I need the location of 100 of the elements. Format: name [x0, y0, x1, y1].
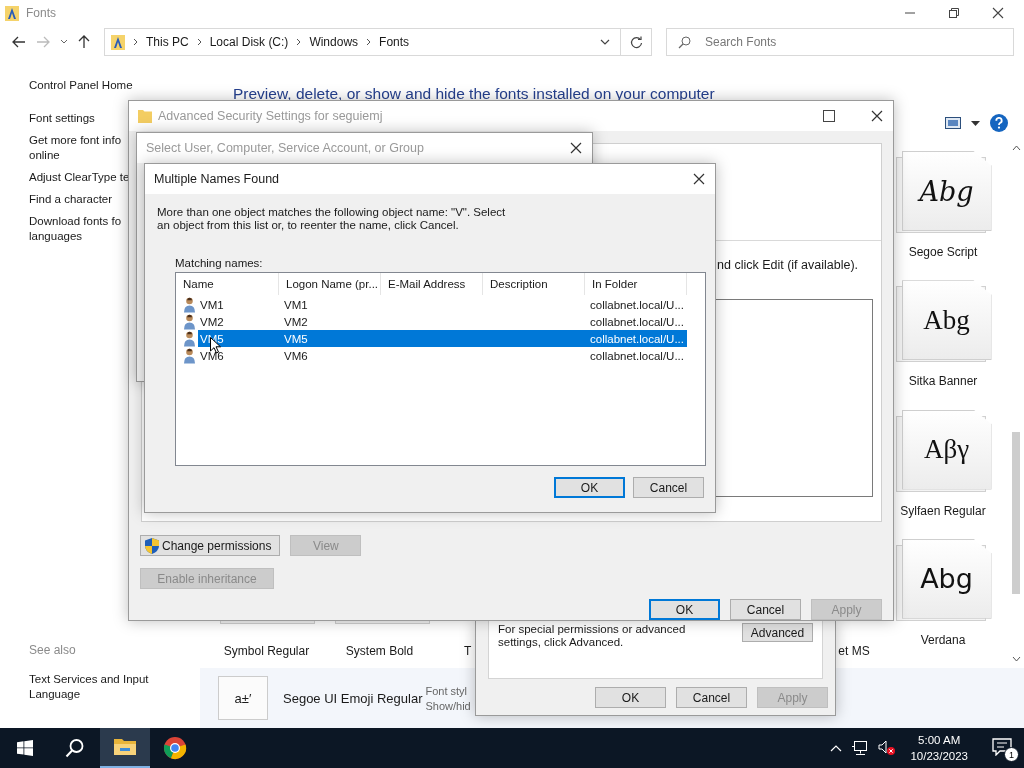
cancel-button[interactable]: Cancel — [730, 599, 801, 620]
font-detail: Font styl — [425, 684, 468, 697]
scroll-down-icon[interactable] — [1011, 656, 1021, 662]
up-arrow-icon[interactable] — [78, 35, 90, 49]
font-name[interactable]: Sylfaen Regular — [900, 503, 986, 518]
help-icon[interactable] — [990, 114, 1008, 132]
font-title: Segoe UI Emoji Regular — [283, 690, 423, 706]
table-cell-text: VM6 — [283, 348, 309, 364]
table-cell-text: VM2 — [283, 314, 309, 330]
font-name[interactable]: Verdana — [920, 632, 966, 647]
list-row[interactable]: VM6 VM6 collabnet.local/U... — [176, 347, 705, 364]
breadcrumb-item[interactable]: This PC — [146, 35, 189, 49]
table-cell-text: VM1 — [283, 297, 309, 313]
clock-date[interactable]: 10/23/2023 — [910, 748, 968, 764]
search-icon — [678, 36, 691, 49]
ok-button[interactable]: OK — [554, 477, 625, 498]
font-name[interactable]: Segoe Script — [908, 245, 978, 259]
table-cell-text: collabnet.local/U... — [589, 297, 685, 313]
scrollbar-thumb[interactable] — [1012, 432, 1020, 594]
font-name[interactable]: System Bold — [323, 644, 436, 658]
address-bar[interactable]: This PC Local Disk (C:) Windows Fonts — [104, 28, 652, 56]
breadcrumb-item[interactable]: Windows — [309, 35, 359, 49]
sidebar-link[interactable]: Text Services and Input Language — [29, 672, 149, 702]
column-header[interactable]: E-Mail Address — [381, 273, 483, 295]
folder-icon[interactable] — [113, 737, 137, 757]
restore-icon[interactable] — [948, 7, 960, 19]
refresh-icon[interactable] — [629, 35, 643, 49]
sidebar-link[interactable]: Control Panel Home — [29, 78, 133, 93]
user-icon — [183, 313, 196, 330]
network-icon[interactable] — [852, 741, 869, 755]
table-cell: VM5 — [279, 330, 381, 347]
dialog-message: More than one object matches the following object name: "V". Select an object from this list or, to reenter the name, click Cancel. — [157, 206, 507, 232]
change-permissions-button[interactable]: Change permissions — [140, 535, 281, 556]
cancel-button[interactable]: Cancel — [676, 687, 747, 708]
back-arrow-icon[interactable] — [12, 36, 26, 48]
user-icon — [183, 296, 196, 313]
font-preview: Abg — [923, 304, 970, 336]
fonts-folder-icon — [5, 5, 19, 21]
user-icon — [183, 347, 196, 364]
sidebar-link[interactable]: Download fonts fo languages — [29, 214, 122, 244]
font-name[interactable]: Symbol Regular — [210, 644, 323, 658]
dialog-title: Multiple Names Found — [154, 172, 280, 186]
close-icon[interactable] — [992, 7, 1004, 19]
list-label: Matching names: — [175, 257, 264, 269]
chevron-right-icon — [366, 38, 372, 46]
ok-button[interactable]: OK — [595, 687, 666, 708]
notification-badge: 1 — [1004, 747, 1019, 762]
fonts-folder-icon — [111, 34, 125, 50]
scroll-up-icon[interactable] — [1011, 145, 1021, 151]
font-preview: Abg — [919, 175, 974, 207]
ok-button[interactable]: OK — [649, 599, 720, 620]
list-row[interactable]: VM1 VM1 collabnet.local/U... — [176, 296, 705, 313]
chevron-right-icon — [196, 38, 202, 46]
table-cell-text: collabnet.local/U... — [589, 314, 685, 330]
folder-icon — [138, 109, 152, 123]
breadcrumb-item[interactable]: Local Disk (C:) — [209, 35, 289, 49]
close-icon[interactable] — [570, 142, 582, 154]
page-heading: Preview, delete, or show and hide the fonts installed on your computer — [232, 84, 716, 104]
column-header[interactable]: Logon Name (pr... — [279, 273, 381, 295]
column-header[interactable]: Description — [483, 273, 585, 295]
maximize-icon[interactable] — [823, 110, 835, 122]
caret-down-icon[interactable] — [971, 120, 980, 126]
chevron-down-icon[interactable] — [60, 39, 68, 45]
table-cell-text: VM6 — [199, 348, 225, 364]
window-title: Advanced Security Settings for seguiemj — [158, 109, 383, 123]
search-icon[interactable] — [65, 738, 85, 758]
font-detail: Show/hid — [425, 699, 471, 712]
view-icon[interactable] — [945, 117, 961, 129]
column-header[interactable]: Name — [176, 273, 279, 295]
chevron-up-icon[interactable] — [830, 744, 843, 752]
browser-icon[interactable] — [163, 736, 187, 760]
chevron-right-icon — [296, 38, 302, 46]
breadcrumb-item[interactable]: Fonts — [379, 35, 410, 49]
close-icon[interactable] — [693, 173, 705, 185]
muted-speaker-icon[interactable] — [878, 740, 897, 756]
font-thumbnail: a±′ — [218, 676, 268, 720]
close-icon[interactable] — [871, 110, 883, 122]
search-field[interactable]: Search Fonts — [666, 28, 1014, 56]
chevron-down-icon[interactable] — [600, 39, 610, 45]
instruction-text: nd click Edit (if available). — [717, 258, 860, 272]
shield-icon — [145, 537, 159, 554]
font-preview: Abg — [920, 563, 973, 595]
cancel-button[interactable]: Cancel — [633, 477, 704, 498]
font-name[interactable]: et MS — [838, 644, 870, 658]
list-row[interactable]: VM2 VM2 collabnet.local/U... — [176, 313, 705, 330]
font-name[interactable]: T — [436, 644, 472, 658]
advanced-button[interactable]: Advanced — [742, 623, 813, 642]
font-name[interactable]: Sitka Banner — [908, 374, 978, 389]
font-preview: Aβγ — [923, 434, 970, 465]
user-icon — [183, 330, 196, 347]
notification-icon[interactable] — [992, 738, 1012, 756]
clock-time[interactable]: 5:00 AM — [918, 732, 961, 748]
table-cell: collabnet.local/U... — [585, 330, 687, 347]
sidebar-link[interactable]: Font settings — [29, 111, 95, 126]
window-title: Fonts — [26, 6, 56, 20]
windows-logo-icon[interactable] — [17, 740, 33, 756]
dialog-title: Select User, Computer, Service Account, or Group — [146, 141, 424, 155]
sidebar-link[interactable]: Get more font info online — [29, 133, 122, 163]
column-header[interactable]: In Folder — [585, 273, 687, 295]
sidebar-link[interactable]: Find a character — [29, 192, 113, 207]
